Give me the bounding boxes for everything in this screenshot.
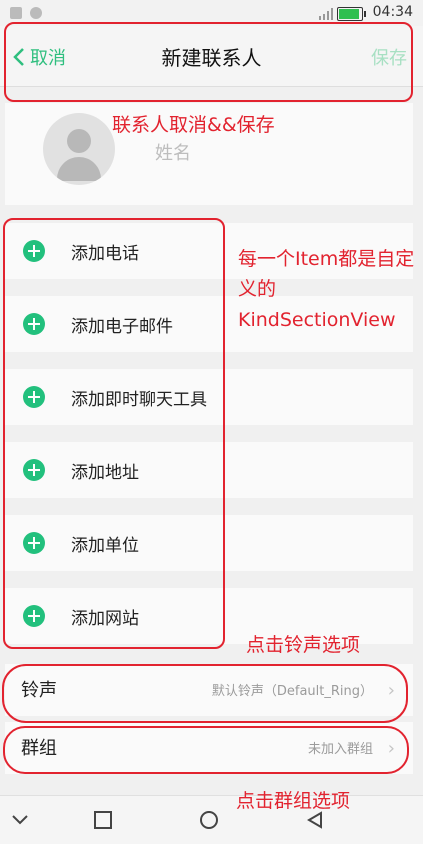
- header-annotation-box: [4, 22, 413, 102]
- person-icon: [67, 129, 91, 153]
- chevron-down-icon[interactable]: [6, 806, 34, 834]
- name-input[interactable]: 姓名: [155, 139, 191, 165]
- battery-icon: [337, 7, 366, 21]
- recents-icon[interactable]: [89, 806, 117, 834]
- status-time: 04:34: [372, 4, 413, 20]
- navigation-bar: [0, 795, 423, 844]
- ringtone-annotation-text: 点击铃声选项: [246, 634, 361, 656]
- home-icon[interactable]: [195, 806, 223, 834]
- avatar[interactable]: [43, 113, 115, 185]
- header-annotation-text: 联系人取消&&保存: [112, 114, 275, 136]
- notification-icon: [10, 7, 22, 19]
- ringtone-annotation-box: [2, 664, 408, 723]
- items-annotation-text: 每一个Item都是自定义的KindSectionView: [238, 248, 415, 331]
- sync-icon: [30, 7, 42, 19]
- group-annotation-text: 点击群组选项: [236, 790, 351, 812]
- items-annotation-box: [3, 218, 225, 649]
- group-annotation-box: [3, 726, 409, 774]
- signal-icon: [319, 8, 333, 20]
